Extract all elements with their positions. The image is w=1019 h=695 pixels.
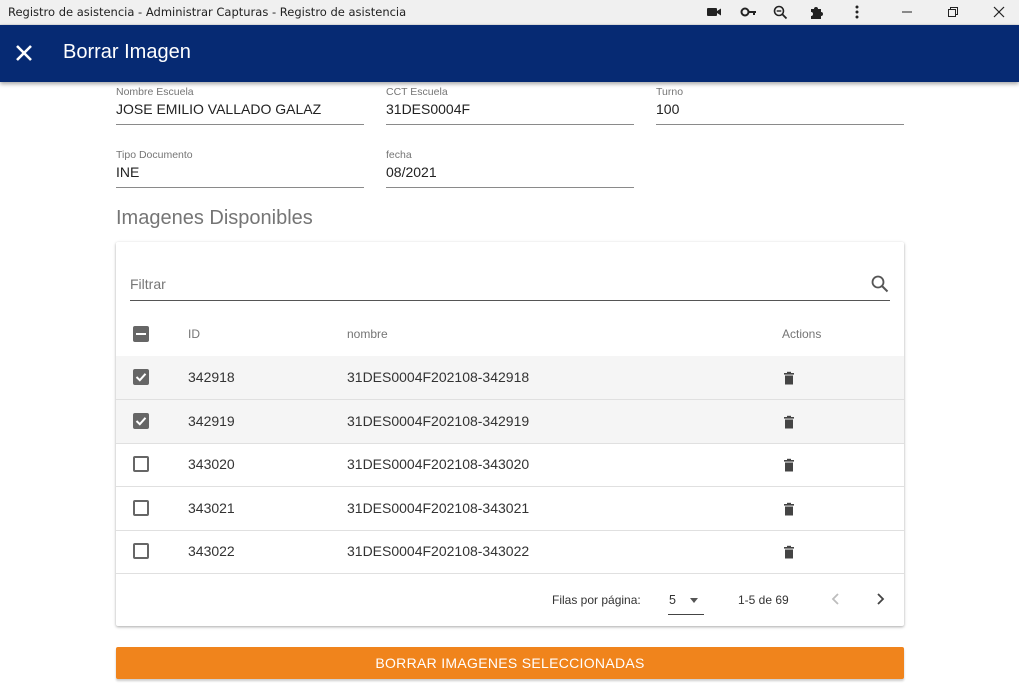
table-row[interactable]: 342919 31DES0004F202108-342919 xyxy=(116,400,904,444)
cell-id: 343022 xyxy=(188,543,235,559)
delete-icon[interactable] xyxy=(782,458,796,472)
tipo-documento-value: INE xyxy=(116,164,364,188)
images-section-title: Imagenes Disponibles xyxy=(116,207,313,229)
column-header-actions: Actions xyxy=(782,327,822,341)
tipo-documento-field: Tipo Documento INE xyxy=(116,149,364,188)
cell-id: 343020 xyxy=(188,456,235,472)
camera-icon[interactable] xyxy=(705,4,723,20)
cell-nombre: 31DES0004F202108-342919 xyxy=(347,413,530,429)
cell-nombre: 31DES0004F202108-343021 xyxy=(347,500,530,516)
dropdown-arrow-icon xyxy=(690,598,698,603)
cell-nombre: 31DES0004F202108-343022 xyxy=(347,543,530,559)
table-row[interactable]: 343022 31DES0004F202108-343022 xyxy=(116,530,904,574)
more-vert-icon[interactable] xyxy=(848,4,866,20)
turno-field: Turno 100 xyxy=(656,86,904,125)
nombre-escuela-field: Nombre Escuela JOSE EMILIO VALLADO GALAZ xyxy=(116,86,364,125)
nombre-escuela-value: JOSE EMILIO VALLADO GALAZ xyxy=(116,101,364,125)
table-row[interactable]: 343021 31DES0004F202108-343021 xyxy=(116,487,904,531)
table-row[interactable]: 342918 31DES0004F202108-342918 xyxy=(116,356,904,400)
key-icon[interactable] xyxy=(740,4,758,20)
row-checkbox[interactable] xyxy=(133,456,149,472)
nombre-escuela-label: Nombre Escuela xyxy=(116,86,194,98)
close-window-icon[interactable] xyxy=(990,4,1008,20)
cell-nombre: 31DES0004F202108-342918 xyxy=(347,369,530,385)
cct-escuela-field: CCT Escuela 31DES0004F xyxy=(386,86,634,125)
cct-escuela-label: CCT Escuela xyxy=(386,86,448,98)
cell-nombre: 31DES0004F202108-343020 xyxy=(347,456,530,472)
table-row[interactable]: 343020 31DES0004F202108-343020 xyxy=(116,443,904,487)
row-checkbox[interactable] xyxy=(133,500,149,516)
check-icon xyxy=(135,373,147,382)
pagination-range: 1-5 de 69 xyxy=(738,593,789,607)
delete-icon[interactable] xyxy=(782,415,796,429)
column-header-nombre[interactable]: nombre xyxy=(347,327,388,341)
turno-label: Turno xyxy=(656,86,684,98)
page-title: Borrar Imagen xyxy=(63,41,191,63)
column-header-id[interactable]: ID xyxy=(188,327,200,341)
cct-escuela-value: 31DES0004F xyxy=(386,101,634,125)
delete-icon[interactable] xyxy=(782,545,796,559)
table-pagination: Filas por página: 5 1-5 de 69 xyxy=(116,574,904,626)
check-icon xyxy=(135,417,147,426)
next-page-icon[interactable] xyxy=(869,588,891,610)
cell-id: 343021 xyxy=(188,500,235,516)
fecha-value: 08/2021 xyxy=(386,164,634,188)
row-checkbox[interactable] xyxy=(133,413,149,429)
window-title: Registro de asistencia - Administrar Cap… xyxy=(8,5,407,19)
zoom-out-icon[interactable] xyxy=(772,4,790,20)
row-checkbox[interactable] xyxy=(133,543,149,559)
images-table-card: ID nombre Actions 342918 31DES0004F202108… xyxy=(116,242,904,626)
indeterminate-icon xyxy=(136,333,146,335)
restore-icon[interactable] xyxy=(944,4,962,20)
select-all-checkbox[interactable] xyxy=(133,326,149,342)
delete-icon[interactable] xyxy=(782,502,796,516)
tipo-documento-label: Tipo Documento xyxy=(116,149,193,161)
rows-per-page-select[interactable]: 5 xyxy=(668,586,704,615)
cell-id: 342918 xyxy=(188,369,235,385)
extensions-icon[interactable] xyxy=(808,4,826,20)
search-icon[interactable] xyxy=(870,274,890,294)
delete-icon[interactable] xyxy=(782,371,796,385)
turno-value: 100 xyxy=(656,101,904,125)
filter-field xyxy=(130,272,890,301)
minimize-icon[interactable] xyxy=(898,4,916,20)
rows-per-page-value: 5 xyxy=(669,593,676,607)
cell-id: 342919 xyxy=(188,413,235,429)
rows-per-page-label: Filas por página: xyxy=(552,593,641,607)
previous-page-icon[interactable] xyxy=(825,588,847,610)
app-bar: Borrar Imagen xyxy=(0,25,1019,82)
fecha-label: fecha xyxy=(386,149,412,161)
filter-input[interactable] xyxy=(130,276,850,292)
close-icon[interactable] xyxy=(13,42,35,64)
row-checkbox[interactable] xyxy=(133,369,149,385)
delete-selected-images-button[interactable]: BORRAR IMAGENES SELECCIONADAS xyxy=(116,647,904,679)
window-title-bar: Registro de asistencia - Administrar Cap… xyxy=(0,0,1019,25)
fecha-field: fecha 08/2021 xyxy=(386,149,634,188)
table-header: ID nombre Actions xyxy=(116,312,904,357)
